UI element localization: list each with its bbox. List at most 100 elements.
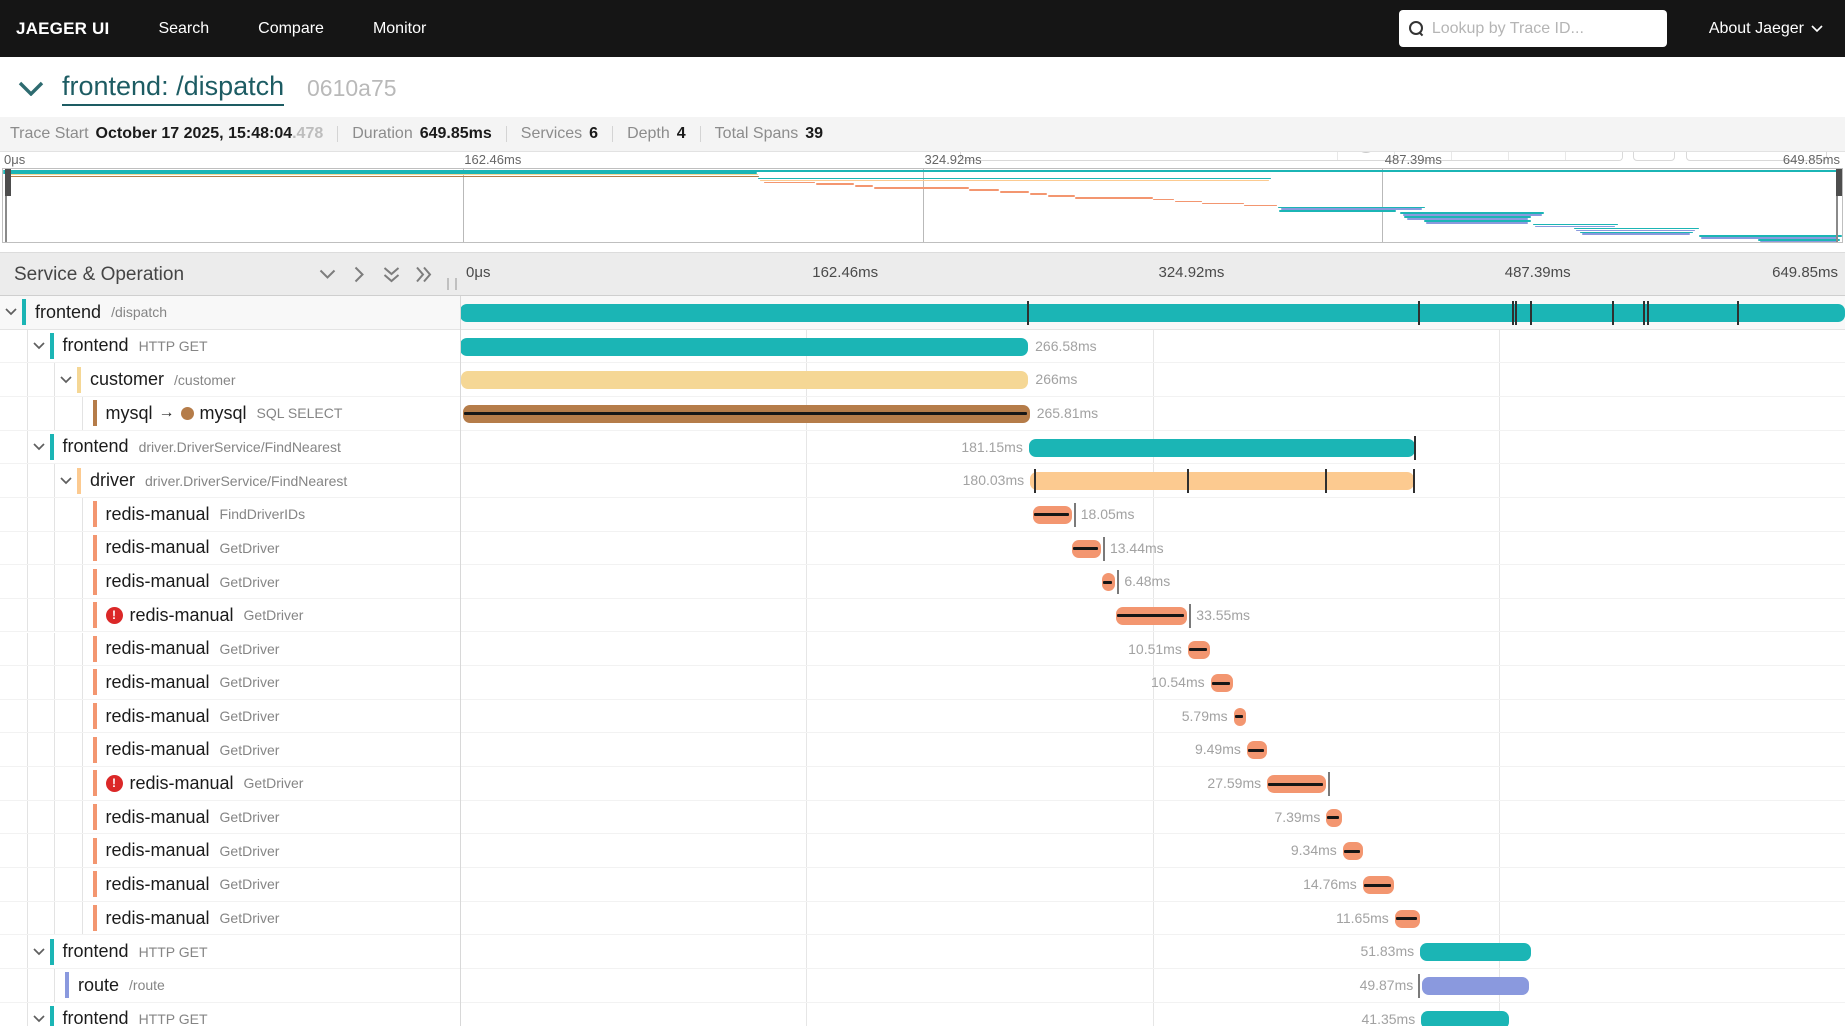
- span-collapse-chevron-icon[interactable]: [55, 376, 77, 384]
- span-name-cell[interactable]: redis-manual GetDriver: [0, 834, 460, 868]
- minimap-axis-tick: 649.85ms: [1782, 152, 1840, 167]
- span-collapse-chevron-icon[interactable]: [55, 476, 77, 485]
- span-collapse-chevron-icon[interactable]: [28, 1015, 50, 1023]
- mm-left-drag-handle[interactable]: [5, 169, 11, 196]
- service-name: frontend: [62, 1008, 129, 1026]
- span-row-redis-manual[interactable]: redis-manual GetDriver 6.48ms: [0, 565, 1845, 599]
- span-row-frontend[interactable]: frontend HTTP GET 51.83ms: [0, 935, 1845, 969]
- span-name-cell[interactable]: redis-manual GetDriver: [0, 733, 460, 767]
- span-name-cell[interactable]: frontend driver.DriverService/FindNearest: [0, 430, 460, 464]
- span-collapse-chevron-icon[interactable]: [28, 342, 50, 350]
- expand-all-button[interactable]: [414, 265, 433, 284]
- mm-right-drag-handle[interactable]: [1836, 169, 1842, 196]
- span-row-redis-manual[interactable]: redis-manual GetDriver 9.49ms: [0, 733, 1845, 768]
- nav-item-monitor[interactable]: Monitor: [373, 20, 426, 38]
- operation-name: driver.DriverService/FindNearest: [138, 438, 341, 455]
- trace-collapse-chevron-icon[interactable]: [18, 81, 44, 96]
- span-row-redis-manual[interactable]: redis-manual GetDriver 11.65ms: [0, 901, 1845, 936]
- span-duration-label: 265.81ms: [1036, 404, 1099, 421]
- span-collapse-chevron-icon[interactable]: [28, 443, 50, 451]
- service-color-bar: [92, 736, 97, 763]
- tree-indent-guide: [0, 430, 28, 464]
- span-row-frontend[interactable]: frontend/dispatch: [0, 296, 1845, 330]
- about-jaeger-label: About Jaeger: [1708, 19, 1804, 37]
- minimap-gridline: [462, 169, 464, 242]
- tree-indent-guide: [55, 632, 83, 666]
- span-collapse-chevron-icon[interactable]: [0, 308, 22, 316]
- span-name-cell[interactable]: driver driver.DriverService/FindNearest: [0, 464, 460, 497]
- span-name-cell[interactable]: frontend HTTP GET: [0, 1002, 460, 1026]
- tree-indent-guide: [28, 598, 55, 632]
- collapse-one-button[interactable]: [318, 265, 337, 284]
- span-row-frontend[interactable]: frontend driver.DriverService/FindNearest…: [0, 430, 1845, 465]
- span-row-redis-manual[interactable]: redis-manual GetDriver 14.76ms: [0, 868, 1845, 902]
- expand-one-button[interactable]: [350, 265, 369, 284]
- span-duration-bar[interactable]: [1028, 438, 1415, 457]
- span-duration-label: 7.39ms: [1274, 808, 1321, 825]
- span-row-customer[interactable]: customer/customer 266ms: [0, 363, 1845, 397]
- jaeger-trace-page: JAEGER UI Search Compare Monitor About J…: [0, 0, 1845, 1026]
- span-row-redis-manual[interactable]: redis-manual GetDriver 7.39ms: [0, 800, 1845, 835]
- span-row-redis-manual[interactable]: redis-manual GetDriver 10.54ms: [0, 666, 1845, 700]
- span-duration-bar[interactable]: [1030, 472, 1414, 491]
- span-name-cell[interactable]: route/route: [0, 969, 460, 1002]
- span-name-cell[interactable]: frontend/dispatch: [0, 296, 460, 329]
- span-row-frontend[interactable]: frontend HTTP GET 41.35ms: [0, 1002, 1845, 1026]
- span-row-redis-manual[interactable]: redis-manual GetDriver 13.44ms: [0, 531, 1845, 566]
- span-duration-bar[interactable]: [460, 337, 1029, 356]
- span-name-cell[interactable]: redis-manual GetDriver: [0, 632, 460, 666]
- span-name-cell[interactable]: ! redis-manual GetDriver: [0, 598, 460, 632]
- span-name-cell[interactable]: redis-manual GetDriver: [0, 901, 460, 935]
- span-duration-bar[interactable]: [1420, 943, 1531, 962]
- summary-label: Services: [520, 125, 583, 142]
- span-name-cell[interactable]: redis-manual GetDriver: [0, 868, 460, 901]
- span-row-driver[interactable]: driver driver.DriverService/FindNearest 18…: [0, 464, 1845, 498]
- summary-value: 4: [676, 125, 686, 142]
- minimap-span-bar: [1201, 202, 1244, 205]
- trace-id-lookup-input[interactable]: [1431, 19, 1652, 38]
- span-row-redis-manual-error[interactable]: ! redis-manual GetDriver 33.55ms: [0, 598, 1845, 633]
- operation-name: HTTP GET: [138, 943, 208, 960]
- about-jaeger-menu[interactable]: About Jaeger: [1709, 20, 1823, 38]
- span-row-redis-manual-error[interactable]: ! redis-manual GetDriver 27.59ms: [0, 767, 1845, 801]
- span-name-cell[interactable]: redis-manual FindDriverIDs: [0, 497, 460, 531]
- nav-item-search[interactable]: Search: [158, 20, 209, 38]
- trace-id-lookup[interactable]: [1398, 10, 1667, 47]
- span-duration-label: 6.48ms: [1124, 573, 1171, 590]
- timeline-minimap[interactable]: [2, 168, 1843, 243]
- span-name-cell[interactable]: redis-manual GetDriver: [0, 531, 460, 565]
- span-duration-bar[interactable]: [1422, 977, 1529, 995]
- span-duration-bar[interactable]: [461, 371, 1029, 390]
- span-collapse-chevron-icon[interactable]: [28, 948, 50, 956]
- span-duration-bar[interactable]: [460, 304, 1845, 322]
- trace-title-link[interactable]: frontend: /dispatch: [62, 71, 285, 106]
- span-row-mysql[interactable]: mysql → mysql SQL SELECT 265.81ms: [0, 396, 1845, 431]
- service-color-bar: [65, 972, 69, 999]
- collapse-all-button[interactable]: [382, 265, 401, 284]
- span-name-cell[interactable]: frontend HTTP GET: [0, 329, 460, 363]
- span-name-cell[interactable]: frontend HTTP GET: [0, 935, 460, 968]
- tree-indent-guide: [28, 396, 55, 430]
- span-name-cell[interactable]: redis-manual GetDriver: [0, 565, 460, 598]
- span-name-cell[interactable]: redis-manual GetDriver: [0, 699, 460, 733]
- span-row-redis-manual[interactable]: redis-manual GetDriver 10.51ms: [0, 632, 1845, 667]
- span-name-cell[interactable]: redis-manual GetDriver: [0, 666, 460, 699]
- span-duration-bar[interactable]: [1421, 1010, 1510, 1026]
- span-name-cell[interactable]: mysql → mysql SQL SELECT: [0, 396, 460, 430]
- summary-label: Trace Start: [10, 125, 89, 142]
- name-column-divider[interactable]: [460, 296, 461, 1026]
- span-row-redis-manual[interactable]: redis-manual GetDriver 5.79ms: [0, 699, 1845, 734]
- span-row-redis-manual[interactable]: redis-manual FindDriverIDs 18.05ms: [0, 497, 1845, 532]
- span-row-frontend[interactable]: frontend HTTP GET 266.58ms: [0, 329, 1845, 364]
- span-name-cell[interactable]: customer/customer: [0, 363, 460, 396]
- span-row-route[interactable]: route/route 49.87ms: [0, 969, 1845, 1003]
- service-name: route: [78, 974, 120, 995]
- operation-name: GetDriver: [219, 640, 280, 657]
- app-logo[interactable]: JAEGER UI: [16, 19, 109, 39]
- tree-indent-guide: [28, 834, 55, 868]
- span-row-redis-manual[interactable]: redis-manual GetDriver 9.34ms: [0, 834, 1845, 869]
- column-resize-grip[interactable]: [447, 278, 457, 290]
- span-name-cell[interactable]: ! redis-manual GetDriver: [0, 767, 460, 800]
- nav-item-compare[interactable]: Compare: [258, 20, 324, 38]
- span-name-cell[interactable]: redis-manual GetDriver: [0, 800, 460, 834]
